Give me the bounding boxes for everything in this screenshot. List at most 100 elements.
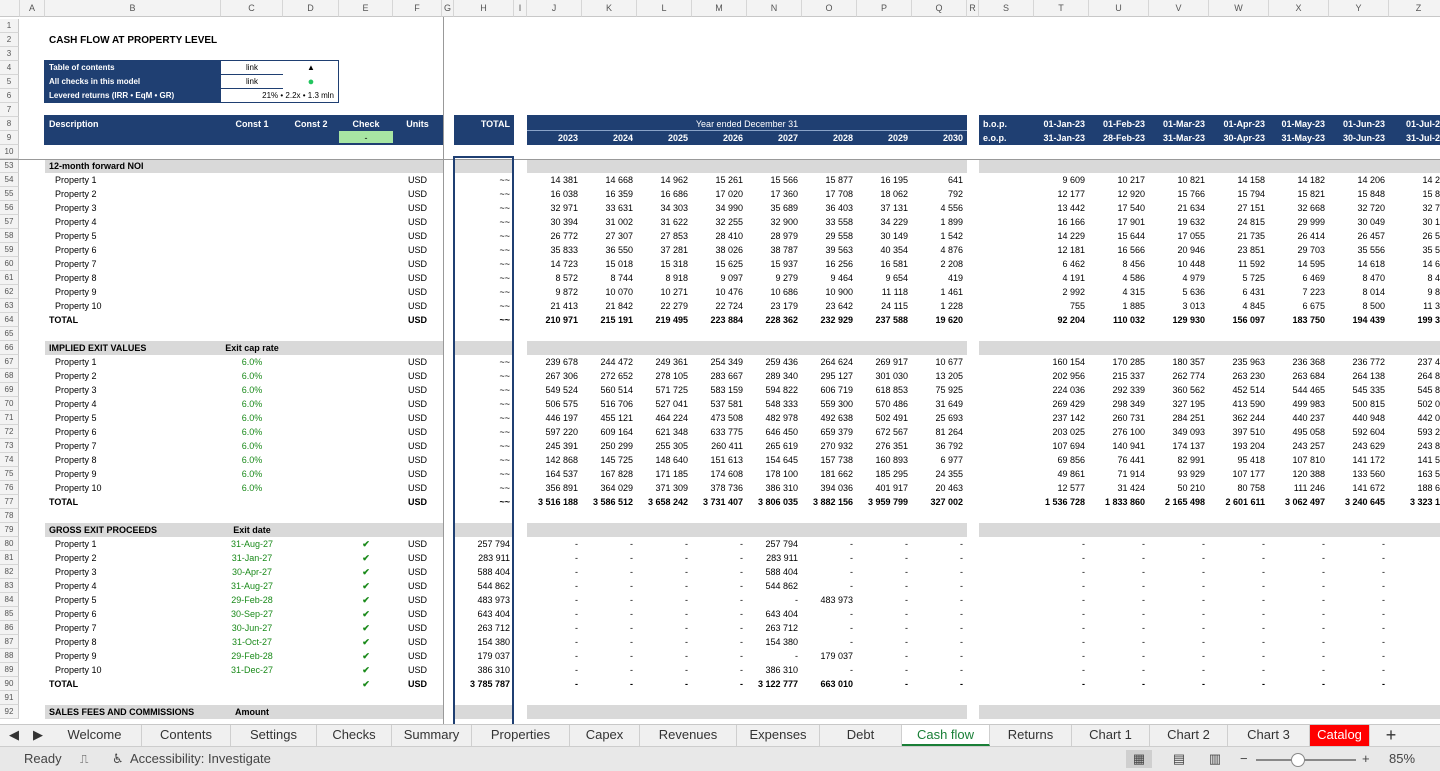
- year-value[interactable]: 259 436: [747, 355, 802, 369]
- scroll-right-icon[interactable]: ▶: [28, 725, 48, 746]
- year-value[interactable]: 34 990: [692, 201, 747, 215]
- year-value[interactable]: 15 261: [692, 173, 747, 187]
- month-value[interactable]: 499 983: [1269, 397, 1329, 411]
- month-value[interactable]: -: [1269, 607, 1329, 621]
- month-value[interactable]: -: [1329, 635, 1389, 649]
- year-value[interactable]: 3 658 242: [637, 495, 692, 509]
- year-value[interactable]: -: [802, 565, 857, 579]
- year-value[interactable]: -: [527, 677, 582, 691]
- year-value[interactable]: 4 556: [912, 201, 967, 215]
- property-row-label[interactable]: Property 7: [45, 257, 221, 271]
- year-value[interactable]: -: [692, 593, 747, 607]
- year-value[interactable]: 643 404: [747, 607, 802, 621]
- year-value[interactable]: 15 625: [692, 257, 747, 271]
- month-value[interactable]: 14 182: [1269, 173, 1329, 187]
- month-value[interactable]: 35 556: [1329, 243, 1389, 257]
- month-value[interactable]: 545 335: [1329, 383, 1389, 397]
- year-value[interactable]: -: [857, 663, 912, 677]
- tab-settings[interactable]: Settings: [231, 725, 317, 746]
- month-value[interactable]: 23 851: [1209, 243, 1269, 257]
- row-header[interactable]: 81: [0, 551, 19, 565]
- year-value[interactable]: 618 853: [857, 383, 912, 397]
- month-value[interactable]: -: [1329, 565, 1389, 579]
- year-value[interactable]: 269 917: [857, 355, 912, 369]
- month-value[interactable]: 21 634: [1149, 201, 1209, 215]
- year-value[interactable]: 32 971: [527, 201, 582, 215]
- year-value[interactable]: -: [857, 635, 912, 649]
- zoom-slider-thumb[interactable]: [1291, 753, 1305, 767]
- row-header[interactable]: 59: [0, 243, 19, 257]
- column-header[interactable]: Q: [912, 0, 967, 17]
- property-row-label[interactable]: Property 10: [45, 663, 221, 677]
- month-value[interactable]: 263 684: [1269, 369, 1329, 383]
- month-value[interactable]: 14 229: [1034, 229, 1089, 243]
- month-value[interactable]: 32 720: [1329, 201, 1389, 215]
- month-value[interactable]: 6 431: [1209, 285, 1269, 299]
- year-value[interactable]: 174 608: [692, 467, 747, 481]
- month-value[interactable]: -: [1329, 551, 1389, 565]
- month-value[interactable]: 95 418: [1209, 453, 1269, 467]
- month-value[interactable]: -: [1034, 537, 1089, 551]
- property-row-label[interactable]: Property 8: [45, 271, 221, 285]
- year-value[interactable]: 16 359: [582, 187, 637, 201]
- year-value[interactable]: 549 524: [527, 383, 582, 397]
- year-value[interactable]: 31 002: [582, 215, 637, 229]
- year-value[interactable]: 2 208: [912, 257, 967, 271]
- column-header[interactable]: E: [339, 0, 393, 17]
- month-value[interactable]: 26 414: [1269, 229, 1329, 243]
- row-header[interactable]: 69: [0, 383, 19, 397]
- row-header[interactable]: 86: [0, 621, 19, 635]
- column-header[interactable]: I: [514, 0, 527, 17]
- units-cell[interactable]: USD: [393, 635, 442, 649]
- year-value[interactable]: 171 185: [637, 467, 692, 481]
- row-header[interactable]: 78: [0, 509, 19, 523]
- year-value[interactable]: 167 828: [582, 467, 637, 481]
- row-header[interactable]: 61: [0, 271, 19, 285]
- month-start-header[interactable]: 01-Apr-23: [1209, 117, 1269, 131]
- month-value[interactable]: -: [1389, 635, 1440, 649]
- check-mark-icon[interactable]: ✔: [339, 607, 393, 621]
- month-value[interactable]: -: [1269, 649, 1329, 663]
- month-value[interactable]: 2 601 611: [1209, 495, 1269, 509]
- month-value[interactable]: 8 014: [1329, 285, 1389, 299]
- month-value[interactable]: 224 036: [1034, 383, 1089, 397]
- year-value[interactable]: -: [692, 621, 747, 635]
- month-value[interactable]: 32 75: [1389, 201, 1440, 215]
- year-value[interactable]: 394 036: [802, 481, 857, 495]
- month-value[interactable]: 440 948: [1329, 411, 1389, 425]
- month-value[interactable]: 21 735: [1209, 229, 1269, 243]
- year-value[interactable]: -: [527, 537, 582, 551]
- year-value[interactable]: -: [857, 565, 912, 579]
- month-value[interactable]: -: [1269, 677, 1329, 691]
- column-header[interactable]: F: [393, 0, 442, 17]
- row-header[interactable]: 71: [0, 411, 19, 425]
- year-value[interactable]: -: [912, 537, 967, 551]
- year-value[interactable]: -: [582, 649, 637, 663]
- year-value[interactable]: -: [527, 621, 582, 635]
- month-value[interactable]: 236 772: [1329, 355, 1389, 369]
- month-start-header[interactable]: 01-Feb-23: [1089, 117, 1149, 131]
- month-value[interactable]: 11 592: [1209, 257, 1269, 271]
- year-value[interactable]: 1 542: [912, 229, 967, 243]
- month-value[interactable]: 14 24: [1389, 173, 1440, 187]
- month-value[interactable]: -: [1269, 593, 1329, 607]
- month-value[interactable]: 111 246: [1269, 481, 1329, 495]
- total-row-label[interactable]: TOTAL: [45, 495, 221, 509]
- year-value[interactable]: -: [857, 607, 912, 621]
- year-value[interactable]: 239 678: [527, 355, 582, 369]
- month-start-header[interactable]: 01-Jul-23: [1389, 117, 1440, 131]
- check-mark-icon[interactable]: ✔: [339, 537, 393, 551]
- tab-capex[interactable]: Capex: [570, 725, 640, 746]
- year-value[interactable]: 19 620: [912, 313, 967, 327]
- year-value[interactable]: 232 929: [802, 313, 857, 327]
- month-value[interactable]: 4 845: [1209, 299, 1269, 313]
- month-end-header[interactable]: 28-Feb-23: [1089, 131, 1149, 145]
- month-value[interactable]: 15 644: [1089, 229, 1149, 243]
- month-value[interactable]: -: [1209, 621, 1269, 635]
- column-header[interactable]: L: [637, 0, 692, 17]
- month-value[interactable]: 14 63: [1389, 257, 1440, 271]
- column-header[interactable]: H: [454, 0, 514, 17]
- month-value[interactable]: 30 049: [1329, 215, 1389, 229]
- row-header[interactable]: 3: [0, 47, 19, 61]
- year-value[interactable]: -: [637, 551, 692, 565]
